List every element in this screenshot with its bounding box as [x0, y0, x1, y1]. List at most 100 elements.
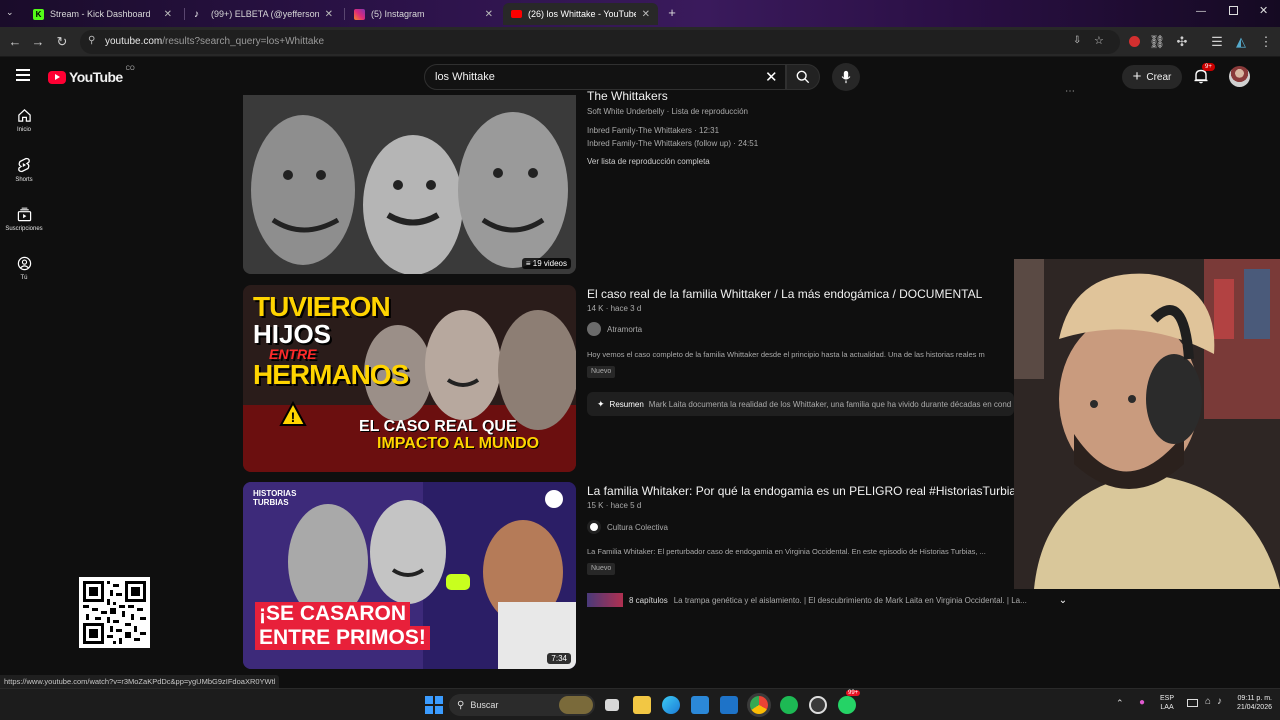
result-channel-line: Soft White Underbelly · Lista de reprodu… — [587, 107, 748, 116]
create-button[interactable]: + Crear — [1122, 65, 1182, 89]
close-icon[interactable]: ✕ — [325, 9, 333, 20]
webcam-image — [1014, 259, 1280, 589]
result-thumbnail[interactable]: HISTORIAS TURBIAS ¡SE CASARON ENTRE PRIM… — [243, 482, 576, 669]
bookmark-star-icon[interactable]: ☆ — [1094, 34, 1104, 47]
chapters-row[interactable]: 8 capítulos La trampa genética y el aisl… — [587, 591, 1074, 609]
tab-kick[interactable]: K Stream - Kick Dashboard ✕ — [25, 3, 180, 25]
forward-icon[interactable]: → — [29, 33, 47, 51]
sidebar-item-tu[interactable]: Tú — [0, 256, 48, 281]
edge-icon[interactable] — [662, 696, 680, 714]
result-title[interactable]: La familia Whitaker: Por qué la endogami… — [587, 484, 1022, 498]
minimize-button[interactable]: — — [1196, 6, 1206, 17]
whatsapp-icon[interactable]: 99+ — [838, 690, 861, 714]
subscriptions-icon — [17, 207, 31, 222]
clock[interactable]: 09:11 p. m. 21/04/2026 — [1226, 694, 1272, 713]
close-icon[interactable]: ✕ — [642, 9, 650, 20]
close-window-button[interactable]: ✕ — [1259, 4, 1268, 17]
thumbnail-text: HERMANOS — [253, 359, 409, 390]
create-label: Crear — [1146, 71, 1172, 83]
maximize-button[interactable] — [1229, 6, 1238, 15]
browser-menu-icon[interactable]: ⋮ — [1257, 33, 1275, 51]
chrome-icon[interactable] — [750, 696, 768, 714]
view-full-playlist-link[interactable]: Ver lista de reproducción completa — [587, 157, 710, 166]
volume-icon[interactable]: ♪ — [1217, 696, 1222, 707]
file-explorer-icon[interactable] — [633, 696, 651, 714]
thumbnail-text: HIJOS — [253, 319, 332, 349]
playlist-count-badge: ≡ 19 videos — [521, 258, 571, 269]
extension-red-icon[interactable] — [1125, 33, 1143, 51]
video-count: 19 videos — [532, 259, 567, 268]
clear-search-icon[interactable]: ✕ — [765, 68, 778, 86]
install-app-icon[interactable]: ⇩ — [1073, 35, 1081, 46]
thumbnail-text: IMPACTO AL MUNDO — [377, 434, 540, 452]
task-view-icon[interactable] — [605, 699, 619, 711]
thumbnail-headline: ¡SE CASARON ENTRE PRIMOS! — [255, 602, 430, 651]
ai-summary-panel[interactable]: ✦ Resumen Mark Laita documenta la realid… — [587, 392, 1014, 416]
thumbnail-subheadline: EL CASO REAL QUE IMPACTO AL MUNDO — [359, 418, 540, 453]
voice-search-button[interactable] — [832, 63, 860, 91]
windows-start-icon[interactable] — [425, 696, 443, 714]
keyboard-layout: LAA — [1160, 704, 1174, 712]
link-extension-icon[interactable]: ⛓ — [1148, 33, 1166, 51]
youtube-logo[interactable]: YouTube CO — [48, 66, 135, 85]
chevron-down-icon[interactable]: ⌄ — [1052, 595, 1074, 606]
extensions-puzzle-icon[interactable]: ✣ — [1173, 33, 1191, 51]
close-icon[interactable]: ✕ — [164, 9, 172, 20]
microphone-icon[interactable]: ● — [1139, 697, 1145, 708]
store-icon[interactable] — [691, 696, 709, 714]
result-title[interactable]: El caso real de la familia Whittaker / L… — [587, 287, 982, 301]
display-icon[interactable] — [1187, 699, 1198, 707]
channel-row[interactable]: Cultura Colectiva — [587, 520, 668, 534]
sidebar-item-inicio[interactable]: Inicio — [0, 108, 48, 133]
plus-icon: + — [1132, 68, 1142, 85]
microphone-icon — [841, 70, 851, 84]
video-duration: 7:34 — [547, 653, 571, 664]
more-options-icon[interactable]: ⋯ — [1065, 86, 1075, 97]
result-thumbnail[interactable]: ! TUVIERON HIJOS ENTRE HERMANOS EL CASO … — [243, 285, 576, 472]
guide-menu-icon[interactable] — [16, 69, 30, 81]
tab-youtube[interactable]: (26) los Whittake - YouTube ✕ — [503, 3, 658, 25]
you-icon — [17, 256, 31, 271]
channel-name[interactable]: Soft White Underbelly — [587, 107, 664, 116]
result-description: La Familia Whitaker: El perturbador caso… — [587, 547, 986, 556]
instagram-icon — [354, 8, 365, 20]
result-title[interactable]: The Whittakers — [587, 89, 668, 103]
reading-list-icon[interactable]: ☰ — [1208, 33, 1226, 51]
language-indicator[interactable]: ESP LAA — [1160, 694, 1174, 712]
channel-row[interactable]: Atramorta — [587, 322, 642, 336]
playlist-item[interactable]: Inbred Family-The Whittakers (follow up)… — [587, 139, 758, 148]
outlook-icon[interactable] — [720, 696, 738, 714]
result-thumbnail-playlist[interactable]: ≡ 19 videos — [243, 95, 576, 274]
close-icon[interactable]: ✕ — [485, 9, 493, 20]
new-tab-button[interactable]: + — [664, 5, 680, 21]
view-count: 14 K — [587, 304, 604, 313]
notifications-button[interactable]: 9+ — [1193, 63, 1215, 86]
thumbnail-tag: HISTORIAS TURBIAS — [253, 489, 297, 507]
spotify-icon[interactable] — [780, 696, 798, 714]
search-icon: ⚲ — [457, 699, 465, 711]
address-bar[interactable]: ⚲ youtube.com/results?search_query=los+W… — [80, 30, 1120, 54]
tray-chevron-up-icon[interactable]: ⌃ — [1116, 698, 1124, 709]
new-badge: Nuevo — [587, 563, 616, 575]
back-icon[interactable]: ← — [6, 33, 24, 51]
obs-icon[interactable] — [809, 696, 827, 714]
tab-tiktok[interactable]: ♪ (99+) ELBETA (@yeffersonbeta) ✕ — [186, 3, 341, 25]
playlist-item[interactable]: Inbred Family-The Whittakers · 12:31 — [587, 126, 719, 135]
tab-instagram[interactable]: (5) Instagram ✕ — [346, 3, 501, 25]
country-code: CO — [125, 66, 135, 72]
site-info-icon[interactable]: ⚲ — [88, 35, 95, 46]
sidebar-item-shorts[interactable]: Shorts — [0, 157, 48, 183]
profile-extension-icon[interactable]: ◭ — [1232, 33, 1250, 51]
search-button[interactable] — [786, 64, 820, 90]
tab-title: (5) Instagram — [371, 9, 425, 19]
taskbar-search[interactable]: ⚲ Buscar — [449, 694, 595, 716]
channel-avatar — [587, 322, 601, 336]
search-input[interactable] — [435, 71, 735, 83]
avatar[interactable] — [1229, 66, 1250, 87]
home-icon — [17, 109, 31, 122]
network-icon[interactable]: ⌂ — [1205, 696, 1211, 707]
svg-text:!: ! — [291, 409, 296, 425]
sidebar-item-suscripciones[interactable]: Suscripciones — [0, 207, 48, 232]
reload-icon[interactable]: ↻ — [53, 33, 71, 51]
tab-list-chevron-icon[interactable]: ⌄ — [6, 7, 14, 18]
